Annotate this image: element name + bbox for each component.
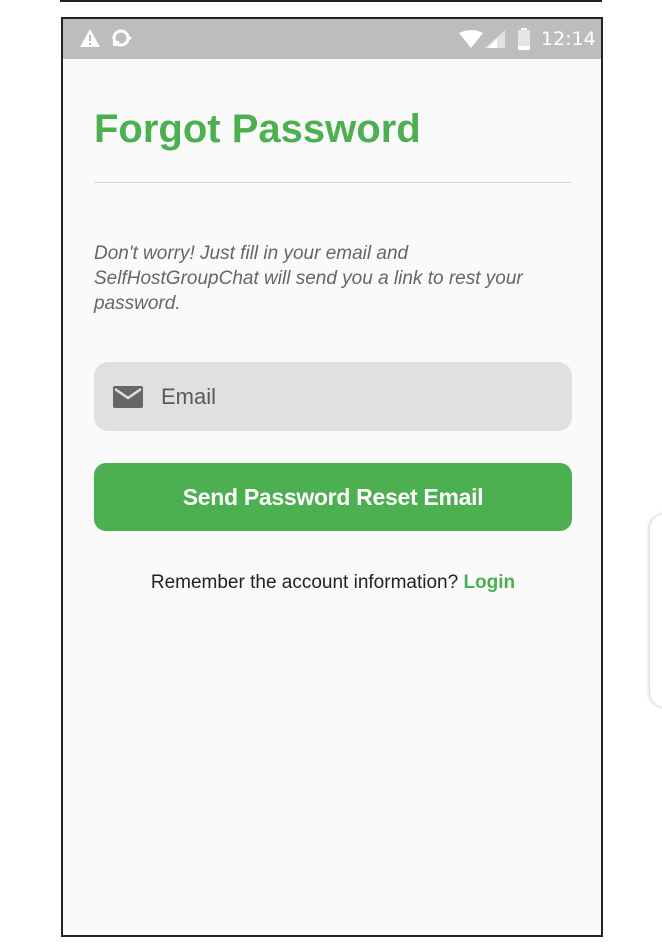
signal-icon [485,30,505,53]
battery-icon [517,28,531,55]
previous-screen-frame [60,0,602,2]
phone-screen: 12:14 Forgot Password Don't worry! Just … [61,17,603,937]
page-title: Forgot Password [94,107,421,151]
send-reset-email-button[interactable]: Send Password Reset Email [94,463,572,531]
warning-icon [79,28,101,53]
login-link[interactable]: Login [463,572,515,593]
status-time: 12:14 [541,28,596,50]
login-prompt-row: Remember the account information? Login [94,572,572,594]
side-panel-handle[interactable] [649,513,662,708]
login-prompt-text: Remember the account information? [150,572,464,593]
title-divider [94,182,572,183]
description-text: Don't worry! Just fill in your email and… [94,243,523,314]
mail-icon [113,385,143,408]
status-bar: 12:14 [63,19,601,59]
email-field[interactable] [94,362,572,431]
wifi-icon [459,30,483,53]
sync-icon [111,28,133,53]
email-input[interactable] [161,383,521,410]
